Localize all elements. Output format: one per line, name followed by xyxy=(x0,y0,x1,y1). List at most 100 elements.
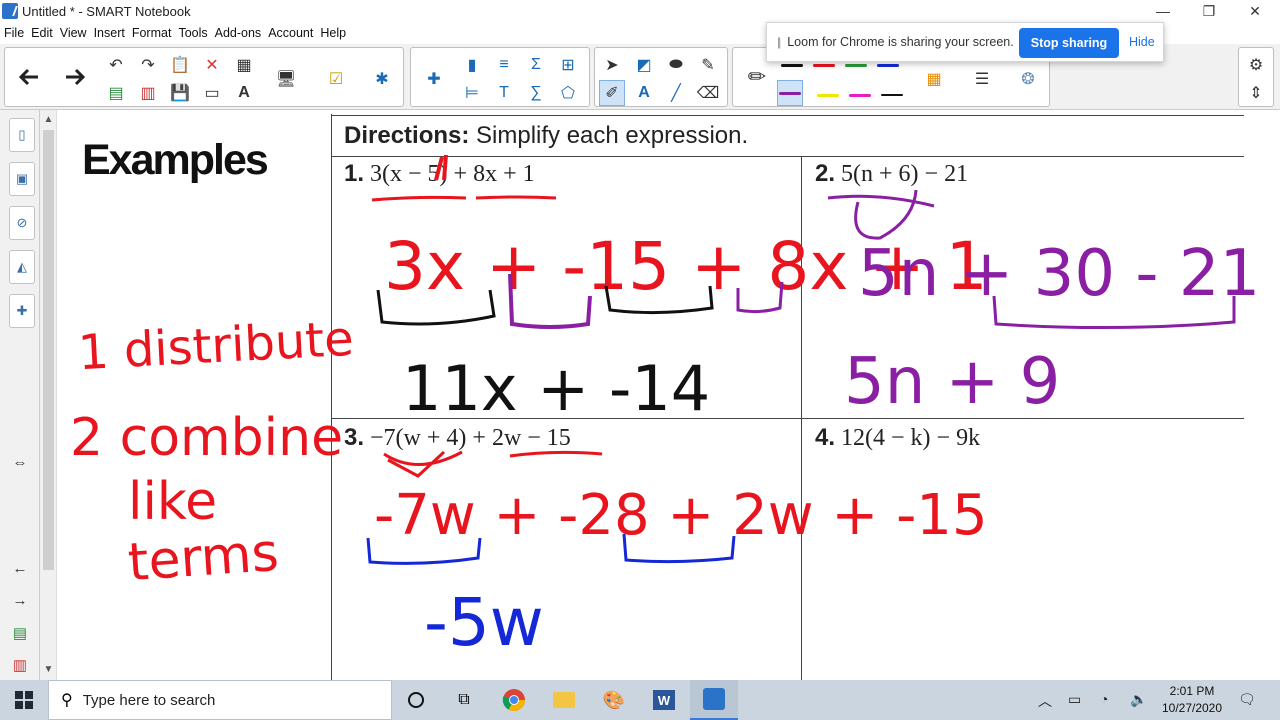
screen-shade-icon[interactable]: ▭ xyxy=(199,80,225,106)
clock-time: 2:01 PM xyxy=(1169,684,1215,698)
menu-view[interactable]: View xyxy=(60,26,92,40)
maximize-button[interactable]: ❐ xyxy=(1186,0,1232,22)
add-page-icon[interactable]: ▤ xyxy=(103,80,129,106)
pen-tool-icon[interactable]: ✐ xyxy=(599,80,625,106)
scroll-down-icon[interactable]: ▼ xyxy=(40,664,57,675)
ink-arrow xyxy=(383,450,463,478)
save-icon[interactable]: 💾 xyxy=(167,80,193,106)
pen-dashed-swatch[interactable] xyxy=(881,94,903,96)
pen-yellow-swatch[interactable] xyxy=(817,94,839,97)
geometry-icon[interactable]: ⊞ xyxy=(555,52,581,78)
properties-icon[interactable]: ◭ xyxy=(9,250,35,284)
menu-file[interactable]: File xyxy=(4,26,29,40)
pen-purple-swatch[interactable] xyxy=(777,80,803,106)
eraser-icon[interactable]: ⌫ xyxy=(695,80,721,106)
pen-blue-swatch[interactable] xyxy=(877,64,899,67)
settings-gear-icon[interactable]: ⚙ xyxy=(1243,52,1269,78)
shapes-icon[interactable]: ◩ xyxy=(631,52,657,78)
gallery-icon[interactable]: ▣ xyxy=(9,162,35,196)
fill-icon[interactable]: ⬬ xyxy=(663,52,689,78)
chrome-icon[interactable] xyxy=(490,680,538,720)
addons-puzzle-icon[interactable]: ✚ xyxy=(421,66,447,92)
text-tool-icon[interactable]: T xyxy=(491,80,517,106)
math-integral-icon[interactable]: ∑ xyxy=(523,80,549,106)
polygon-icon[interactable]: ⬠ xyxy=(555,80,581,106)
align-left-icon[interactable]: ⊨ xyxy=(459,80,485,106)
attachments-icon[interactable]: ⊘ xyxy=(9,206,35,240)
previous-page-icon[interactable] xyxy=(9,52,49,102)
select-pointer-icon[interactable]: ➤ xyxy=(599,52,625,78)
menu-edit[interactable]: Edit xyxy=(31,26,58,40)
minimize-button[interactable]: — xyxy=(1140,0,1186,22)
menu-insert[interactable]: Insert xyxy=(94,26,130,40)
addons-tab-icon[interactable]: ✚ xyxy=(9,294,35,328)
menu-account[interactable]: Account xyxy=(268,26,318,40)
toolbar-position-icon[interactable]: ⇕ xyxy=(1243,80,1269,106)
chart-icon[interactable]: ▮ xyxy=(459,52,485,78)
notifications-icon[interactable]: 🗨 xyxy=(1238,691,1256,708)
sidebar-delete-page-icon[interactable]: ▥ xyxy=(10,656,30,674)
pen-magenta-swatch[interactable] xyxy=(849,94,871,97)
menu-add-ons[interactable]: Add-ons xyxy=(215,26,267,40)
sidebar-back-icon[interactable]: ← xyxy=(10,560,30,577)
toolbar-group-settings: ⚙ ⇕ xyxy=(1238,47,1274,107)
next-page-icon[interactable] xyxy=(55,52,95,102)
page-sorter-icon[interactable]: ▯ xyxy=(9,118,35,152)
scroll-up-icon[interactable]: ▲ xyxy=(40,114,57,125)
search-placeholder: Type here to search xyxy=(82,691,216,709)
delete-page-icon[interactable]: ▥ xyxy=(135,80,161,106)
drag-handle-icon[interactable]: || xyxy=(777,35,781,49)
table-icon[interactable]: ▦ xyxy=(231,52,257,78)
redo-icon[interactable]: ↷ xyxy=(135,52,161,78)
pen-black-swatch[interactable] xyxy=(781,64,803,67)
sidebar-forward-icon[interactable]: → xyxy=(10,592,30,609)
show-hidden-icons-icon[interactable]: ︿ xyxy=(1038,691,1052,711)
notebook-canvas[interactable]: Examples Directions: Simplify each expre… xyxy=(58,110,1280,680)
volume-icon[interactable]: 🔈 xyxy=(1130,691,1147,708)
undo-icon[interactable]: ↶ xyxy=(103,52,129,78)
text-icon[interactable]: A xyxy=(631,80,657,106)
response-icon[interactable]: ☑ xyxy=(323,66,349,92)
word-icon[interactable]: W xyxy=(640,680,688,720)
delete-icon[interactable]: ✕ xyxy=(199,52,225,78)
menu-format[interactable]: Format xyxy=(132,26,177,40)
taskbar-search-box[interactable]: ⚲ Type here to search xyxy=(48,680,392,720)
display-icon[interactable]: 🖥 xyxy=(273,66,299,92)
ink-underline xyxy=(371,195,467,202)
ink-bracket xyxy=(736,281,784,314)
close-button[interactable]: ✕ xyxy=(1232,0,1278,22)
loom-sharing-notice: || Loom for Chrome is sharing your scree… xyxy=(766,22,1164,62)
paste-icon[interactable]: 📋 xyxy=(167,52,193,78)
sidebar-add-page-icon[interactable]: ▤ xyxy=(10,624,30,642)
line-icon[interactable]: ╱ xyxy=(663,80,689,106)
widget-icon[interactable]: ✱ xyxy=(369,66,395,92)
resize-panel-icon[interactable]: ⇔ xyxy=(10,454,30,471)
task-view-icon[interactable]: ⧉ xyxy=(440,680,488,720)
magic-pen-icon[interactable]: ✎ xyxy=(695,52,721,78)
toolbar-group-navigation: ↶ ↷ 📋 ✕ ▦ ▤ ▥ 💾 ▭ A 🖥 ☑ ✱ xyxy=(4,47,404,107)
menu-tools[interactable]: Tools xyxy=(178,26,212,40)
handwriting-recognition-icon[interactable]: A xyxy=(231,80,257,106)
line-style-icon[interactable]: ☰ xyxy=(969,66,995,92)
menu-help[interactable]: Help xyxy=(320,26,351,40)
vertical-scrollbar[interactable]: ▲ ▼ xyxy=(40,110,57,680)
stop-sharing-button[interactable]: Stop sharing xyxy=(1019,28,1119,58)
color-palette-icon[interactable]: ▦ xyxy=(921,66,947,92)
system-clock[interactable]: 2:01 PM 10/27/2020 xyxy=(1156,683,1228,717)
windows-start-icon[interactable] xyxy=(0,680,48,720)
pen-red-swatch[interactable] xyxy=(813,64,835,67)
smart-notebook-taskbar-icon[interactable] xyxy=(690,680,738,720)
pen-green-swatch[interactable] xyxy=(845,64,867,67)
battery-icon[interactable]: ▭ xyxy=(1068,691,1081,708)
paint-app-icon[interactable]: 🎨 xyxy=(590,680,638,720)
wifi-icon[interactable]: ◔ xyxy=(1100,691,1108,707)
file-explorer-icon[interactable] xyxy=(540,680,588,720)
hide-button[interactable]: Hide xyxy=(1129,35,1155,49)
fill-effects-icon[interactable]: ❂ xyxy=(1015,66,1041,92)
cortana-icon[interactable] xyxy=(392,680,440,720)
scrollbar-thumb[interactable] xyxy=(43,130,54,570)
loom-message: Loom for Chrome is sharing your screen. xyxy=(787,35,1014,49)
math-sum-icon[interactable]: Σ xyxy=(523,52,549,78)
align-icon[interactable]: ≡ xyxy=(491,52,517,78)
ink-underline xyxy=(509,450,603,458)
